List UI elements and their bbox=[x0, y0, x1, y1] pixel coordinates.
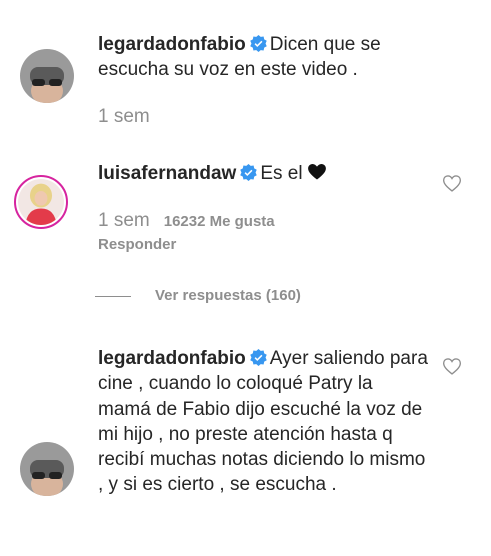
comment-text: Ayer saliendo para cine , cuando lo colo… bbox=[98, 348, 428, 496]
comment-text-block: legardadonfabio Dicen que se escucha su v… bbox=[98, 32, 428, 82]
view-replies-button[interactable]: Ver respuestas (160) bbox=[95, 287, 301, 304]
comment-text: Es el bbox=[260, 163, 308, 184]
like-heart-icon[interactable] bbox=[442, 173, 462, 193]
avatar[interactable] bbox=[14, 175, 68, 229]
timestamp: 1 sem bbox=[98, 210, 150, 231]
like-count[interactable]: 16232 Me gusta bbox=[164, 213, 275, 230]
verified-icon bbox=[250, 35, 267, 52]
user-photo bbox=[20, 442, 74, 496]
divider-line bbox=[95, 295, 131, 297]
timestamp: 1 sem bbox=[98, 106, 150, 127]
username[interactable]: legardadonfabio bbox=[98, 34, 246, 55]
comment-meta: 1 sem bbox=[98, 106, 150, 128]
verified-icon bbox=[240, 164, 258, 181]
user-photo bbox=[18, 179, 64, 225]
comment-text-block: luisafernandaw Es el bbox=[98, 161, 428, 186]
verified-icon bbox=[250, 349, 267, 366]
username[interactable]: luisafernandaw bbox=[98, 163, 236, 184]
reply-button[interactable]: Responder bbox=[98, 236, 176, 253]
black-heart-icon bbox=[307, 164, 326, 180]
avatar[interactable] bbox=[20, 49, 74, 103]
avatar[interactable] bbox=[20, 442, 74, 496]
comment-text-block: legardadonfabio Ayer saliendo para cine ,… bbox=[98, 346, 428, 498]
view-replies-label: Ver respuestas (160) bbox=[155, 287, 301, 304]
like-heart-icon[interactable] bbox=[442, 356, 462, 376]
comment-meta: 1 sem 16232 Me gusta bbox=[98, 210, 275, 232]
username[interactable]: legardadonfabio bbox=[98, 348, 246, 369]
user-photo bbox=[20, 49, 74, 103]
